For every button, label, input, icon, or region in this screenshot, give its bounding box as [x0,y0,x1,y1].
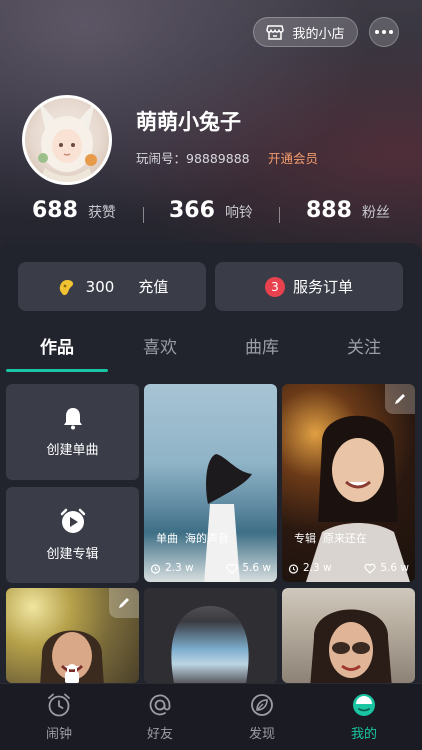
stat-fans-label: 粉丝 [361,205,390,221]
stat-rings-value: 366 [169,198,215,223]
nav-me[interactable]: 我的 [334,692,394,742]
alarm-icon [288,563,299,574]
stat-likes[interactable]: 688 获赞 [32,198,116,223]
stat-fans[interactable]: 888 粉丝 [306,198,390,223]
edit-button[interactable] [109,588,139,618]
bell-icon [63,408,82,430]
create-album-button[interactable]: 创建专辑 [6,487,139,583]
service-orders-button[interactable]: 3 服务订单 [215,262,403,311]
stat-rings[interactable]: 366 响铃 [169,198,253,223]
more-icon [375,30,379,34]
work-title: 原来还在 [323,532,367,545]
work-meta: 专辑 原来还在 [294,530,367,546]
nickname: 萌萌小兔子 [136,110,241,134]
stat-rings-label: 响铃 [224,205,253,221]
tab-works[interactable]: 作品 [27,333,87,358]
work-plays: 2.3 w [165,562,194,574]
my-shop-label: 我的小店 [292,26,345,42]
create-album-label: 创建专辑 [46,547,99,562]
work-card[interactable] [6,588,139,683]
recharge-label: 充值 [138,278,169,296]
work-plays: 2.3 w [303,562,332,574]
service-orders-label: 服务订单 [292,278,353,296]
work-stats: 2.3 w 5.6 w [288,562,409,574]
nav-friends-label: 好友 [146,727,173,742]
create-single-label: 创建单曲 [46,443,99,458]
stat-likes-value: 688 [32,198,78,223]
open-vip-link[interactable]: 开通会员 [268,148,318,167]
heart-icon [364,563,376,574]
alarm-clock-icon [48,693,70,717]
user-id: 玩闹号：98889888 [136,151,250,166]
smile-face-icon [353,694,375,716]
work-thumbnail-figure [310,609,392,683]
nav-discover[interactable]: 发现 [232,692,292,742]
bottom-nav: 闹钟 好友 发现 我的 [0,683,422,750]
active-tab-indicator [6,369,108,372]
pencil-icon [395,394,405,404]
heart-icon [226,563,238,574]
alarm-clock-icon [60,508,85,533]
nav-me-label: 我的 [350,727,377,742]
stat-fans-value: 888 [306,198,352,223]
compass-leaf-icon [251,694,273,716]
stat-likes-label: 获赞 [87,205,116,221]
work-card[interactable]: 单曲 海的声音 2.3 w 5.6 w [144,384,277,582]
tab-library[interactable]: 曲库 [232,333,292,358]
bean-coin-icon [59,279,73,295]
create-single-button[interactable]: 创建单曲 [6,384,139,480]
my-shop-button[interactable]: 我的小店 [253,17,358,47]
work-type: 专辑 [294,532,316,545]
stat-divider [143,207,144,223]
work-stats: 2.3 w 5.6 w [150,562,271,574]
recharge-button[interactable]: 300 充值 [18,262,206,311]
lock-icon [65,664,79,683]
alarm-icon [150,563,161,574]
avatar-illustration [38,102,97,182]
nav-alarm-label: 闹钟 [45,727,72,742]
order-count-badge: 3 [264,276,285,297]
at-sign-icon [149,694,171,716]
work-type: 单曲 [156,532,178,545]
avatar[interactable] [22,95,112,185]
work-card[interactable] [144,588,277,683]
work-title: 海的声音 [185,532,229,545]
work-card[interactable]: 专辑 原来还在 2.3 w 5.6 w [282,384,415,582]
work-thumbnail-window [144,588,277,683]
profile-stats: 688 获赞 366 响铃 888 粉丝 [0,198,422,234]
more-button[interactable] [369,17,399,47]
work-meta: 单曲 海的声音 [156,530,229,546]
tab-likes[interactable]: 喜欢 [130,333,190,358]
tab-following[interactable]: 关注 [334,333,394,358]
nav-discover-label: 发现 [248,727,275,742]
work-likes: 5.6 w [242,562,271,574]
shop-icon [266,25,285,40]
work-thumbnail-figure [306,415,410,582]
content-tabs: 作品 喜欢 曲库 关注 [0,330,422,372]
nav-alarm[interactable]: 闹钟 [29,692,89,742]
work-likes: 5.6 w [380,562,409,574]
pencil-icon [119,598,129,608]
nav-friends[interactable]: 好友 [130,692,190,742]
work-card[interactable] [282,588,415,683]
edit-button[interactable] [385,384,415,414]
stat-divider [279,207,280,223]
coin-balance: 300 [85,277,115,296]
